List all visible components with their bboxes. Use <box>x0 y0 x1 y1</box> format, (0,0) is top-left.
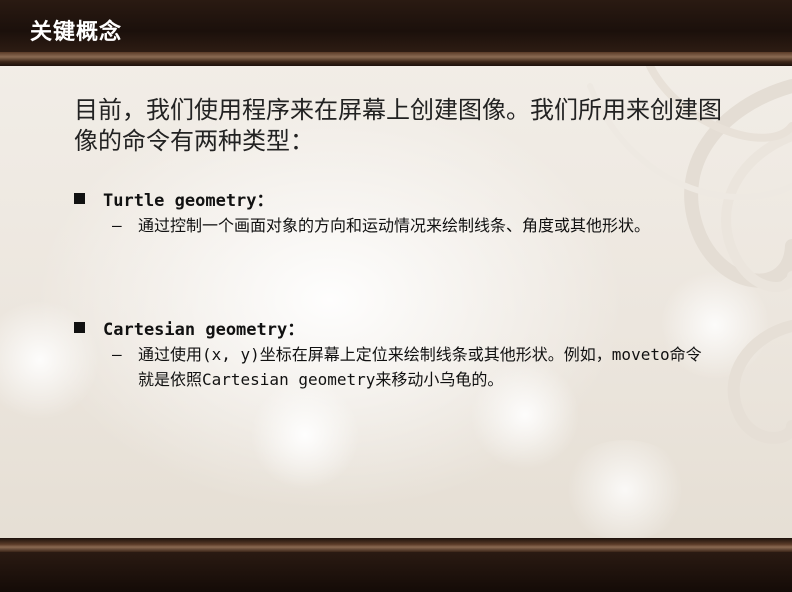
dash-marker: – <box>112 216 122 235</box>
footer-rule <box>0 538 792 552</box>
bullet-square-icon <box>74 322 85 333</box>
sub-bullet-text: 通过使用(x, y)坐标在屏幕上定位来绘制线条或其他形状。例如，moveto命令… <box>138 345 702 389</box>
bullet-heading: Turtle geometry： <box>103 191 274 211</box>
sub-bullet-cartesian: – 通过使用(x, y)坐标在屏幕上定位来绘制线条或其他形状。例如，moveto… <box>112 342 708 392</box>
bullet-heading: Cartesian geometry： <box>103 320 305 340</box>
bokeh-light <box>560 440 690 540</box>
intro-paragraph: 目前，我们使用程序来在屏幕上创建图像。我们所用来创建图像的命令有两种类型： <box>74 96 722 155</box>
slide-title: 关键概念 <box>30 20 123 45</box>
sub-bullet-turtle: – 通过控制一个画面对象的方向和运动情况来绘制线条、角度或其他形状。 <box>112 213 708 238</box>
title-rule <box>0 52 792 66</box>
bullet-square-icon <box>74 193 85 204</box>
bokeh-light <box>250 380 360 490</box>
dash-marker: – <box>112 345 122 364</box>
sub-bullet-text: 通过控制一个画面对象的方向和运动情况来绘制线条、角度或其他形状。 <box>138 216 651 235</box>
bullet-cartesian-geometry: Cartesian geometry： <box>74 315 304 340</box>
slide: 关键概念 目前，我们使用程序来在屏幕上创建图像。我们所用来创建图像的命令有两种类… <box>0 0 792 592</box>
footer-bar <box>0 552 792 592</box>
bullet-turtle-geometry: Turtle geometry： <box>74 186 274 211</box>
